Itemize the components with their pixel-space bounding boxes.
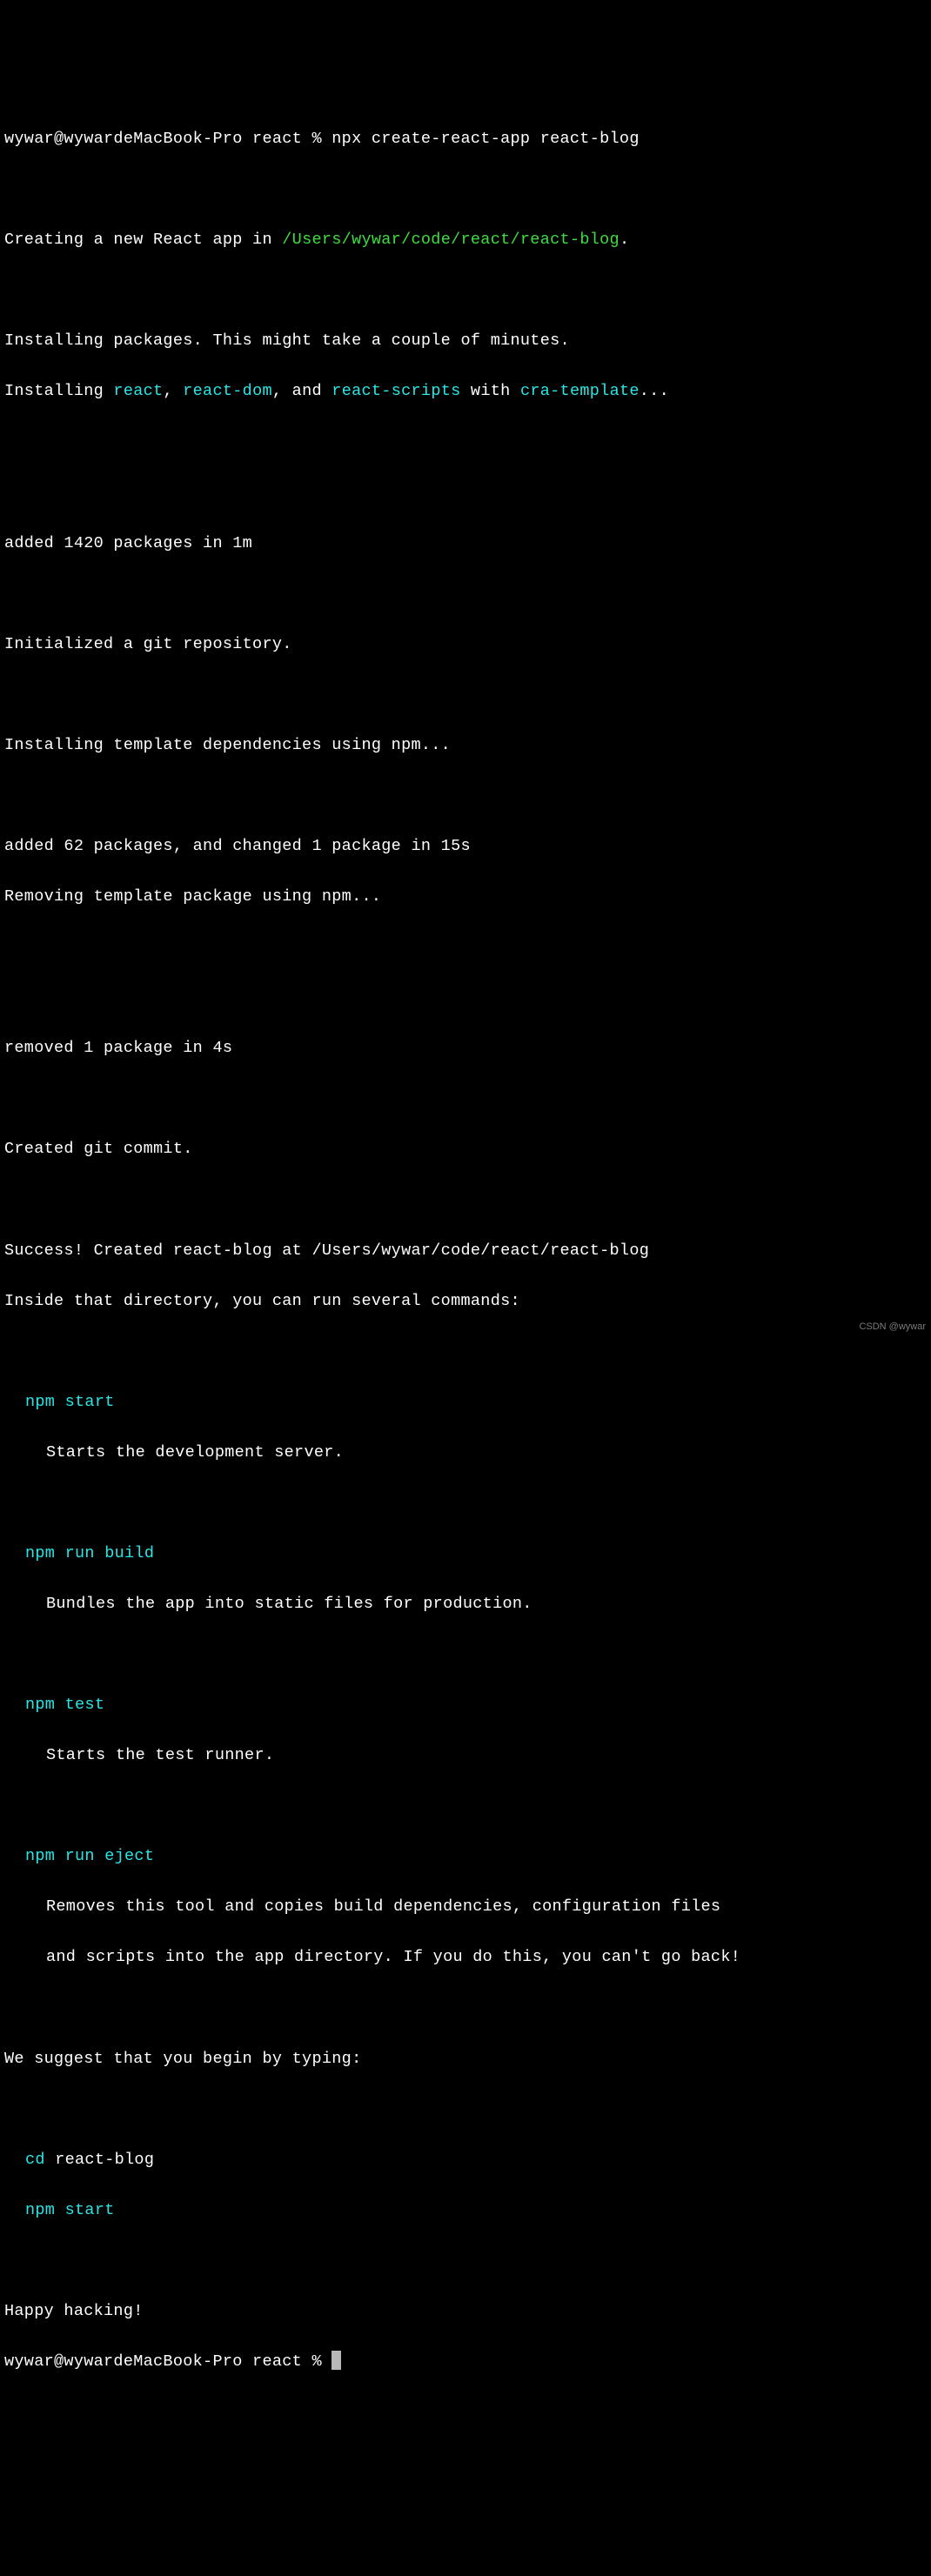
pkg-cra-template: cra-template bbox=[520, 382, 640, 400]
blank bbox=[4, 1086, 927, 1111]
desc-npm-eject-1: Removes this tool and copies build depen… bbox=[4, 1894, 927, 1919]
blank bbox=[4, 278, 927, 303]
desc-npm-test: Starts the test runner. bbox=[4, 1743, 927, 1768]
prompt-line-1: wywar@wywardeMacBook-Pro react % npx cre… bbox=[4, 126, 927, 151]
cd-line: cd react-blog bbox=[4, 2147, 927, 2172]
install-msg-1: Installing packages. This might take a c… bbox=[4, 328, 927, 353]
pkg-react-scripts: react-scripts bbox=[332, 382, 460, 400]
blank bbox=[4, 581, 927, 606]
blank bbox=[4, 1339, 927, 1364]
success-line-2: Inside that directory, you can run sever… bbox=[4, 1288, 927, 1314]
watermark: CSDN @wywar bbox=[859, 1320, 926, 1335]
install-pkgs-line: Installing react, react-dom, and react-s… bbox=[4, 378, 927, 404]
cmd-npm-build: npm run build bbox=[4, 1541, 927, 1566]
blank bbox=[4, 1490, 927, 1515]
install-tpl-line: Installing template dependencies using n… bbox=[4, 733, 927, 758]
git-commit-line: Created git commit. bbox=[4, 1136, 927, 1161]
blank bbox=[4, 2097, 927, 2122]
git-init-line: Initialized a git repository. bbox=[4, 632, 927, 657]
desc-npm-start: Starts the development server. bbox=[4, 1440, 927, 1465]
blank bbox=[4, 783, 927, 808]
added-line-1: added 1420 packages in 1m bbox=[4, 531, 927, 556]
added-line-2: added 62 packages, and changed 1 package… bbox=[4, 833, 927, 859]
pkg-react-dom: react-dom bbox=[183, 382, 272, 400]
desc-npm-eject-2: and scripts into the app directory. If y… bbox=[4, 1944, 927, 1970]
blank bbox=[4, 177, 927, 202]
blank bbox=[4, 480, 927, 505]
blank bbox=[4, 985, 927, 1010]
creating-line: Creating a new React app in /Users/wywar… bbox=[4, 227, 927, 252]
remove-tpl-line: Removing template package using npm... bbox=[4, 884, 927, 909]
desc-npm-build: Bundles the app into static files for pr… bbox=[4, 1591, 927, 1616]
success-line-1: Success! Created react-blog at /Users/wy… bbox=[4, 1238, 927, 1263]
suggest-line: We suggest that you begin by typing: bbox=[4, 2046, 927, 2071]
npm-start-2: npm start bbox=[4, 2198, 927, 2223]
blank bbox=[4, 1187, 927, 1212]
cmd-npm-start: npm start bbox=[4, 1389, 927, 1415]
blank bbox=[4, 934, 927, 960]
blank bbox=[4, 1995, 927, 2020]
pkg-react: react bbox=[113, 382, 163, 400]
blank bbox=[4, 2248, 927, 2273]
prompt-line-2[interactable]: wywar@wywardeMacBook-Pro react % bbox=[4, 2349, 927, 2374]
project-path: /Users/wywar/code/react/react-blog bbox=[282, 231, 620, 249]
cmd-npm-eject: npm run eject bbox=[4, 1843, 927, 1869]
blank bbox=[4, 1793, 927, 1818]
cursor-icon bbox=[332, 2351, 341, 2370]
removed-line: removed 1 package in 4s bbox=[4, 1035, 927, 1061]
blank bbox=[4, 430, 927, 455]
cmd-npm-test: npm test bbox=[4, 1692, 927, 1717]
cd-cmd: cd bbox=[25, 2151, 45, 2169]
blank bbox=[4, 1642, 927, 1667]
happy-line: Happy hacking! bbox=[4, 2298, 927, 2324]
blank bbox=[4, 682, 927, 707]
terminal-output[interactable]: wywar@wywardeMacBook-Pro react % npx cre… bbox=[4, 101, 927, 2399]
